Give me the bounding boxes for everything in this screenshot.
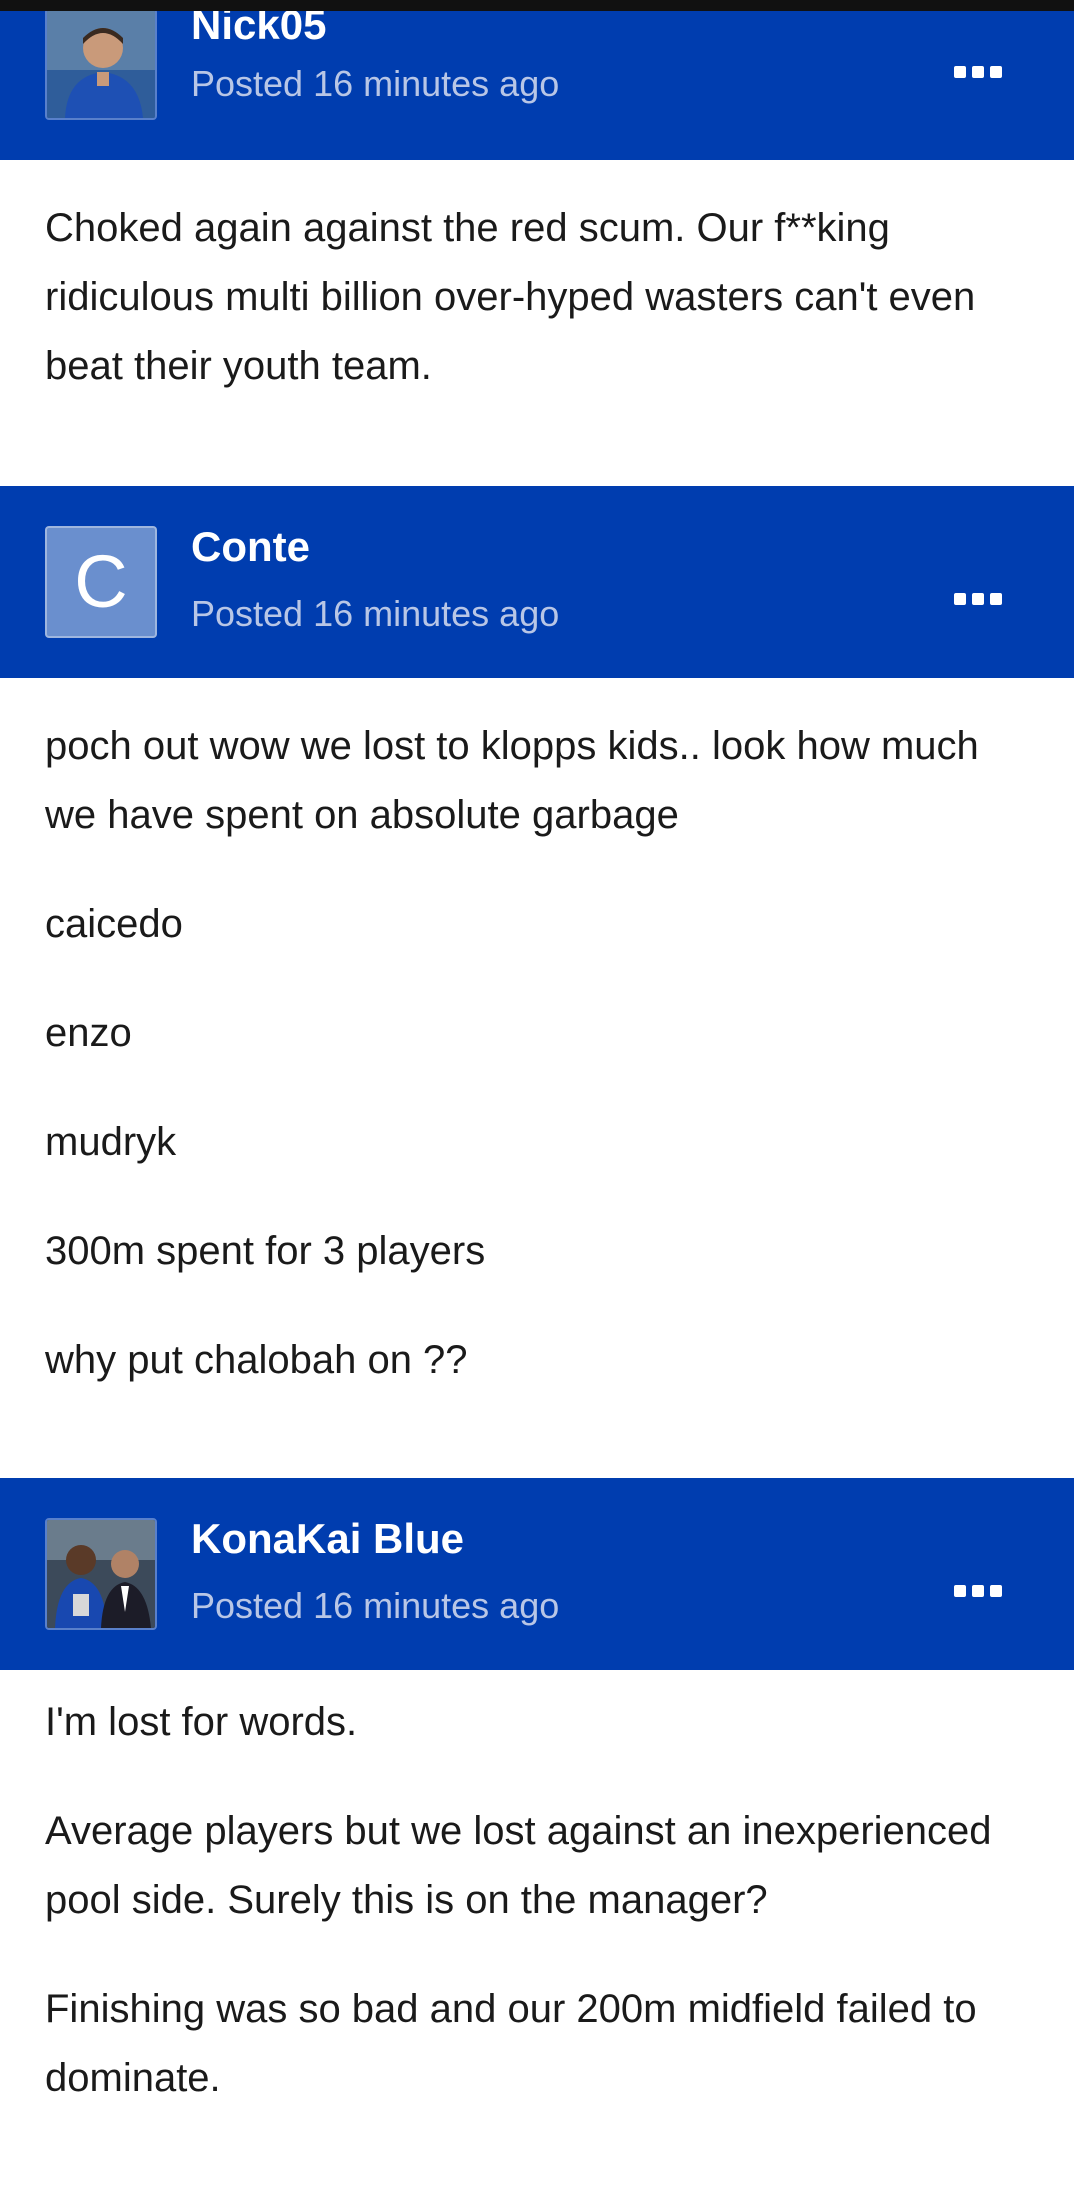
forum-topic-page: Nick05 Posted 16 minutes ago Choked agai… — [0, 0, 1074, 2186]
post-paragraph: Choked again against the red scum. Our f… — [45, 206, 976, 388]
more-options-icon[interactable] — [954, 1581, 1002, 1601]
post-paragraph: caicedo — [45, 902, 183, 946]
more-options-icon[interactable] — [954, 589, 1002, 609]
post-paragraph: 300m spent for 3 players — [45, 1229, 486, 1273]
post-timestamp: Posted 16 minutes ago — [191, 593, 560, 634]
post-content: poch out wow we lost to klopps kids.. lo… — [45, 712, 1030, 1435]
post-author-name[interactable]: KonaKai Blue — [191, 1514, 464, 1564]
post-paragraph: enzo — [45, 1011, 132, 1055]
post-paragraph: poch out wow we lost to klopps kids.. lo… — [45, 724, 979, 837]
post-content: I'm lost for words. Average players but … — [45, 1688, 1030, 2153]
post-author-name[interactable]: Conte — [191, 522, 310, 572]
post-paragraph: why put chalobah on ?? — [45, 1338, 468, 1382]
post-paragraph: Finishing was so bad and our 200m midfie… — [45, 1987, 977, 2100]
user-photo-avatar-icon[interactable] — [45, 1518, 157, 1630]
status-bar — [0, 0, 1074, 11]
post-header: KonaKai Blue Posted 16 minutes ago — [0, 1478, 1074, 1670]
post-paragraph: I'm lost for words. — [45, 1700, 358, 1744]
post-paragraph: Average players but we lost against an i… — [45, 1809, 992, 1922]
letter-avatar[interactable]: C — [45, 526, 157, 638]
post-timestamp: Posted 16 minutes ago — [191, 1585, 560, 1626]
post-timestamp: Posted 16 minutes ago — [191, 63, 560, 104]
post-paragraph: mudryk — [45, 1120, 177, 1164]
post-header: Nick05 Posted 16 minutes ago — [0, 0, 1074, 160]
more-options-icon[interactable] — [954, 62, 1002, 82]
user-photo-avatar-icon[interactable] — [45, 8, 157, 120]
post-header: C Conte Posted 16 minutes ago — [0, 486, 1074, 678]
post-content: Choked again against the red scum. Our f… — [45, 194, 1030, 441]
